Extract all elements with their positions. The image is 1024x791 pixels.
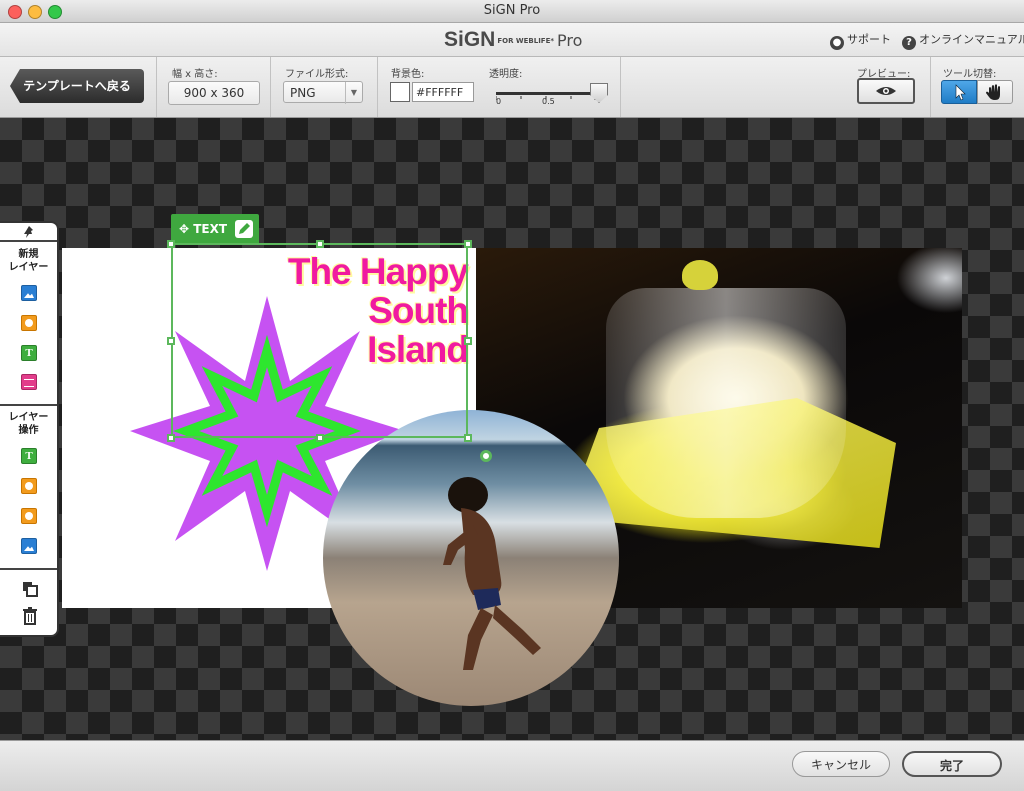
done-button[interactable]: 完了 <box>902 751 1002 777</box>
pin-icon[interactable] <box>22 225 36 239</box>
pointer-tool-button[interactable] <box>941 80 977 104</box>
opacity-label: 透明度: <box>489 69 523 80</box>
logo-pro: Pro <box>557 31 583 50</box>
toolbar-divider <box>377 57 378 117</box>
text-layer-tag[interactable]: ✥ TEXT <box>171 214 259 244</box>
opacity-tick-mid: 0.5 <box>542 97 555 106</box>
size-field[interactable]: 900 x 360 <box>168 81 260 105</box>
running-child-figure <box>443 477 541 670</box>
layer-ops-title-2: 操作 <box>18 425 39 436</box>
app-header: SiGN FOR WEBLIFE* Pro ● サポート ? オンラインマニュアル <box>0 23 1024 57</box>
layer-ops-title-1: レイヤー <box>8 412 49 423</box>
layer-text-icon[interactable]: T <box>21 448 37 464</box>
panel-divider <box>0 404 57 406</box>
manual-label: オンラインマニュアル <box>919 33 1024 46</box>
file-format-value: PNG <box>290 86 316 100</box>
toolbar-divider <box>930 57 931 117</box>
tool-switch-label: ツール切替: <box>943 69 997 80</box>
new-layer-title-1: 新規 <box>18 249 39 260</box>
preview-button[interactable] <box>857 78 915 104</box>
toolbar-divider <box>156 57 157 117</box>
cancel-button[interactable]: キャンセル <box>792 751 890 777</box>
resize-handle-w[interactable] <box>167 337 175 345</box>
support-label: サポート <box>847 33 891 46</box>
resize-handle-nw[interactable] <box>167 240 175 248</box>
add-text-layer-icon[interactable]: T <box>21 345 37 361</box>
bgcolor-field[interactable]: #FFFFFF <box>412 82 474 102</box>
add-table-layer-icon[interactable] <box>21 374 37 390</box>
footer-bar: キャンセル 完了 <box>0 740 1024 791</box>
resize-handle-sw[interactable] <box>167 434 175 442</box>
hand-icon <box>986 84 1000 100</box>
layer-panel: 新規 レイヤー T レイヤー 操作 T <box>0 221 59 637</box>
pointer-icon <box>955 84 966 101</box>
add-shape-layer-icon[interactable] <box>21 315 37 331</box>
glass-cup <box>606 288 846 518</box>
layer-shape-icon[interactable] <box>21 508 37 524</box>
logo-main: SiGN <box>444 28 496 51</box>
resize-handle-ne[interactable] <box>464 240 472 248</box>
help-icon: ? <box>902 36 916 50</box>
logo-small: FOR WEBLIFE* <box>497 37 555 45</box>
online-manual-link[interactable]: ? オンラインマニュアル <box>902 31 1024 50</box>
pencil-icon <box>239 223 250 234</box>
opacity-tick-min: 0 <box>496 97 502 106</box>
resize-handle-s[interactable] <box>316 434 324 442</box>
support-link[interactable]: ● サポート <box>830 31 891 50</box>
selection-tag-text: TEXT <box>193 222 228 236</box>
format-label: ファイル形式: <box>285 69 349 80</box>
layer-image-icon[interactable] <box>21 538 37 554</box>
toolbar-divider <box>620 57 621 117</box>
user-icon: ● <box>830 36 844 50</box>
window-title-bar: SiGN Pro <box>0 0 1024 23</box>
text-selection-box[interactable] <box>171 243 468 438</box>
hand-tool-button[interactable] <box>977 80 1013 104</box>
back-to-template-button[interactable]: テンプレートへ戻る <box>10 69 144 103</box>
toolbar-divider <box>270 57 271 117</box>
file-format-select[interactable]: PNG ▼ <box>283 81 363 104</box>
opacity-slider-track[interactable] <box>496 92 600 95</box>
add-image-layer-icon[interactable] <box>21 285 37 301</box>
bgcolor-label: 背景色: <box>391 69 425 80</box>
panel-divider <box>0 568 57 570</box>
chevron-down-icon: ▼ <box>345 82 362 104</box>
duplicate-icon[interactable] <box>22 581 38 597</box>
rotate-handle[interactable] <box>480 450 492 462</box>
resize-handle-se[interactable] <box>464 434 472 442</box>
edit-pencil-icon[interactable] <box>235 220 253 238</box>
app-logo: SiGN FOR WEBLIFE* Pro <box>444 28 582 52</box>
size-label: 幅 x 高さ: <box>172 69 218 80</box>
eye-icon <box>876 87 896 95</box>
resize-handle-n[interactable] <box>316 240 324 248</box>
resize-handle-e[interactable] <box>464 337 472 345</box>
bgcolor-swatch[interactable] <box>390 82 410 102</box>
beach-photo-circle[interactable] <box>323 410 619 706</box>
text-tag-label: ✥ TEXT <box>179 222 228 236</box>
panel-divider <box>0 240 57 242</box>
mint-garnish <box>682 260 718 290</box>
new-layer-title-2: レイヤー <box>8 262 49 273</box>
trash-icon[interactable] <box>22 607 38 625</box>
layer-shape-icon[interactable] <box>21 478 37 494</box>
window-title: SiGN Pro <box>483 3 541 18</box>
